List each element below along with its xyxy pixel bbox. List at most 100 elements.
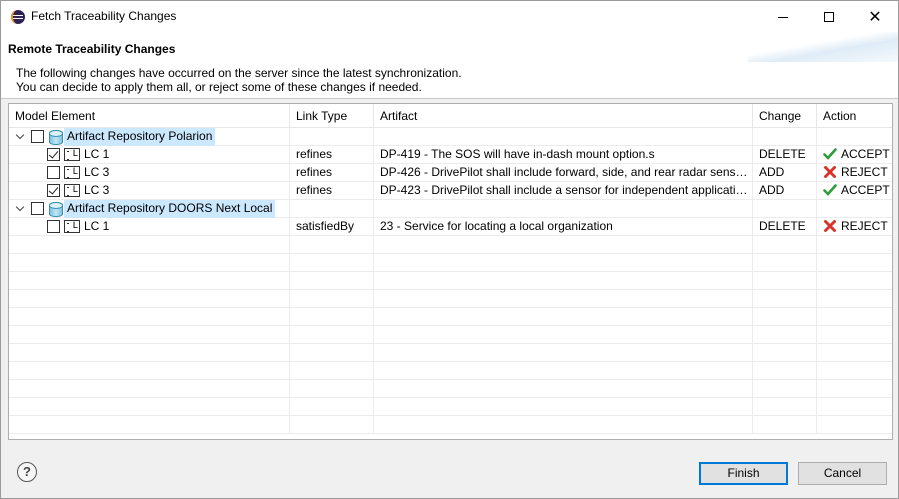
empty-cell bbox=[374, 254, 753, 272]
empty-cell bbox=[290, 308, 374, 326]
action-label: REJECT bbox=[841, 165, 888, 179]
empty-cell bbox=[374, 398, 753, 416]
repository-row[interactable]: Artifact Repository DOORS Next Local bbox=[9, 200, 892, 218]
action-cell[interactable]: ACCEPT bbox=[817, 182, 892, 200]
empty-cell bbox=[290, 416, 374, 434]
title-bar: Fetch Traceability Changes ✕ bbox=[1, 1, 898, 32]
change-cell: ADD bbox=[753, 182, 817, 200]
empty-cell bbox=[817, 398, 892, 416]
action-cell bbox=[817, 128, 892, 146]
empty-cell bbox=[753, 380, 817, 398]
action-cell[interactable]: ACCEPT bbox=[817, 146, 892, 164]
change-cell bbox=[753, 128, 817, 146]
change-cell: DELETE bbox=[753, 218, 817, 236]
artifact-cell: DP-419 - The SOS will have in-dash mount… bbox=[374, 146, 753, 164]
column-header-model-element[interactable]: Model Element bbox=[9, 104, 290, 128]
empty-cell bbox=[9, 290, 290, 308]
table-row[interactable]: L LC 3 refines DP-426 - DrivePilot shall in… bbox=[9, 164, 892, 182]
table-row[interactable]: L LC 1 refines DP-419 - The SOS will have i… bbox=[9, 146, 892, 164]
empty-cell bbox=[817, 416, 892, 434]
empty-cell bbox=[9, 398, 290, 416]
lifecycle-element-icon: L bbox=[64, 166, 80, 179]
empty-cell bbox=[9, 326, 290, 344]
maximize-button[interactable] bbox=[806, 1, 852, 32]
checkmark-icon bbox=[823, 148, 837, 160]
empty-cell bbox=[374, 326, 753, 344]
empty-cell bbox=[9, 362, 290, 380]
action-cell bbox=[817, 200, 892, 218]
expand-chevron-icon[interactable] bbox=[16, 204, 25, 213]
empty-cell bbox=[817, 290, 892, 308]
banner-description: The following changes have occurred on t… bbox=[16, 66, 462, 94]
empty-cell bbox=[753, 416, 817, 434]
empty-cell bbox=[290, 326, 374, 344]
artifact-cell bbox=[374, 128, 753, 146]
close-icon: ✕ bbox=[868, 6, 882, 26]
empty-cell bbox=[374, 416, 753, 434]
empty-cell bbox=[374, 290, 753, 308]
banner-description-line-1: The following changes have occurred on t… bbox=[16, 66, 462, 80]
close-button[interactable]: ✕ bbox=[852, 1, 898, 32]
checkmark-icon bbox=[823, 184, 837, 196]
repository-row[interactable]: Artifact Repository Polarion bbox=[9, 128, 892, 146]
empty-cell bbox=[374, 362, 753, 380]
link-type-cell: refines bbox=[290, 164, 374, 182]
empty-cell bbox=[753, 290, 817, 308]
empty-cell bbox=[753, 362, 817, 380]
empty-cell bbox=[290, 344, 374, 362]
link-type-cell bbox=[290, 128, 374, 146]
banner-description-line-2: You can decide to apply them all, or rej… bbox=[16, 80, 422, 94]
table-row[interactable]: L LC 1 satisfiedBy 23 - Service for locatin… bbox=[9, 218, 892, 236]
artifact-cell: DP-423 - DrivePilot shall include a sens… bbox=[374, 182, 753, 200]
action-cell[interactable]: REJECT bbox=[817, 218, 892, 236]
maximize-icon bbox=[824, 11, 834, 22]
model-element-cell: Artifact Repository Polarion bbox=[9, 128, 290, 146]
cancel-button[interactable]: Cancel bbox=[798, 462, 887, 485]
empty-cell bbox=[753, 326, 817, 344]
empty-cell bbox=[817, 308, 892, 326]
eclipse-app-icon bbox=[11, 10, 25, 24]
finish-button[interactable]: Finish bbox=[699, 462, 788, 485]
empty-cell bbox=[290, 290, 374, 308]
change-checkbox[interactable] bbox=[47, 184, 60, 197]
lifecycle-element-icon: L bbox=[64, 220, 80, 233]
empty-row bbox=[9, 272, 892, 290]
column-header-link-type[interactable]: Link Type bbox=[290, 104, 374, 128]
column-header-artifact[interactable]: Artifact bbox=[374, 104, 753, 128]
column-header-change[interactable]: Change bbox=[753, 104, 817, 128]
empty-row bbox=[9, 236, 892, 254]
minimize-button[interactable] bbox=[760, 1, 806, 32]
empty-cell bbox=[753, 308, 817, 326]
change-checkbox[interactable] bbox=[47, 220, 60, 233]
empty-cell bbox=[290, 398, 374, 416]
empty-row bbox=[9, 362, 892, 380]
repository-label: Artifact Repository Polarion bbox=[64, 128, 216, 146]
empty-cell bbox=[290, 380, 374, 398]
help-button[interactable]: ? bbox=[17, 462, 37, 482]
table-body: Artifact Repository Polarion L LC 1 refines… bbox=[9, 128, 892, 439]
dialog-window: Fetch Traceability Changes ✕ Remote Trac… bbox=[0, 0, 899, 499]
repository-checkbox[interactable] bbox=[31, 202, 44, 215]
action-label: ACCEPT bbox=[841, 147, 890, 161]
action-label: REJECT bbox=[841, 219, 888, 233]
model-element-label: LC 1 bbox=[84, 219, 110, 233]
column-header-action[interactable]: Action bbox=[817, 104, 892, 128]
artifact-cell bbox=[374, 200, 753, 218]
changes-tree-table[interactable]: Model Element Link Type Artifact Change … bbox=[8, 103, 893, 440]
action-cell[interactable]: REJECT bbox=[817, 164, 892, 182]
empty-cell bbox=[374, 308, 753, 326]
change-checkbox[interactable] bbox=[47, 166, 60, 179]
empty-cell bbox=[374, 344, 753, 362]
empty-row bbox=[9, 308, 892, 326]
repository-checkbox[interactable] bbox=[31, 130, 44, 143]
expand-chevron-icon[interactable] bbox=[16, 132, 25, 141]
empty-cell bbox=[374, 236, 753, 254]
change-cell: DELETE bbox=[753, 146, 817, 164]
empty-cell bbox=[753, 344, 817, 362]
change-checkbox[interactable] bbox=[47, 148, 60, 161]
empty-cell bbox=[753, 272, 817, 290]
empty-cell bbox=[290, 272, 374, 290]
action-label: ACCEPT bbox=[841, 183, 890, 197]
table-row[interactable]: L LC 3 refines DP-423 - DrivePilot shall in… bbox=[9, 182, 892, 200]
lifecycle-element-icon: L bbox=[64, 148, 80, 161]
